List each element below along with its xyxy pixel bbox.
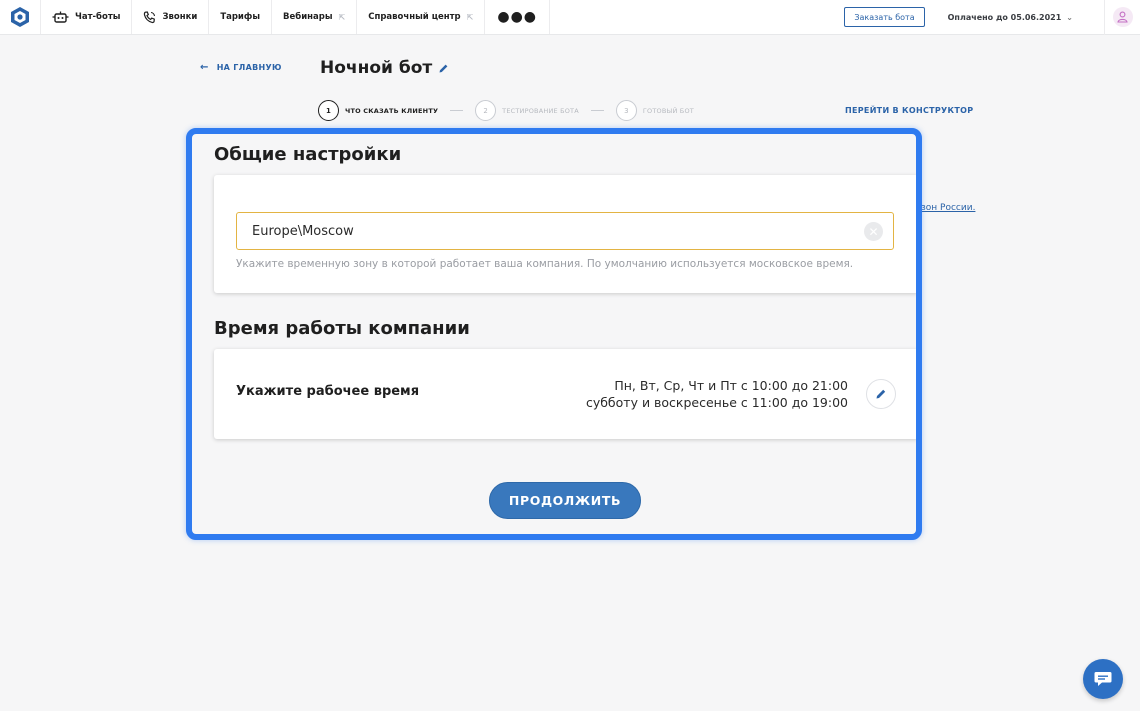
edit-hours-button[interactable] (866, 379, 896, 409)
step-1[interactable]: 1 ЧТО СКАЗАТЬ КЛИЕНТУ (318, 100, 438, 121)
working-hours-title: Время работы компании (214, 318, 470, 339)
robot-icon (52, 11, 69, 23)
nav-item-label: Вебинары (283, 12, 333, 22)
chevron-down-icon: ⌄ (1066, 12, 1073, 22)
page-title-text: Ночной бот (320, 58, 433, 78)
user-menu[interactable] (1104, 0, 1140, 35)
page-title: Ночной бот (320, 58, 449, 78)
continue-button[interactable]: ПРОДОЛЖИТЬ (489, 482, 641, 519)
logo[interactable] (0, 0, 41, 34)
logo-icon (11, 7, 29, 27)
back-link-label: НА ГЛАВНУЮ (216, 63, 282, 72)
phone-icon (144, 10, 156, 23)
page-header: ← НА ГЛАВНУЮ Ночной бот 1 ЧТО СКАЗАТЬ КЛ… (0, 36, 1140, 132)
back-to-home-link[interactable]: ← НА ГЛАВНУЮ (200, 62, 282, 73)
step-divider (590, 110, 604, 111)
nav-item-tariffs[interactable]: Тарифы (209, 0, 273, 34)
arrow-left-icon: ← (200, 62, 209, 73)
go-to-constructor-link[interactable]: ПЕРЕЙТИ В КОНСТРУКТОР (845, 106, 973, 115)
pencil-icon[interactable] (438, 63, 449, 74)
nav-item-webinars[interactable]: Вебинары ⇱ (272, 0, 358, 34)
step-3[interactable]: 3 ГОТОВЫЙ БОТ (615, 100, 694, 121)
general-settings-title: Общие настройки (214, 144, 402, 165)
working-hours-label: Укажите рабочее время (236, 384, 420, 399)
step-label: ЧТО СКАЗАТЬ КЛИЕНТУ (345, 106, 439, 115)
step-number: 1 (318, 100, 339, 121)
step-label: ТЕСТИРОВАНИЕ БОТА (502, 106, 579, 115)
paid-until-label: Оплачено до 05.06.2021 (947, 12, 1062, 22)
nav-item-calls[interactable]: Звонки (132, 0, 210, 34)
clear-icon[interactable]: ✕ (864, 222, 883, 241)
user-icon (1117, 11, 1128, 23)
top-right-area: Заказать бота Оплачено до 05.06.2021 ⌄ (844, 0, 1140, 35)
external-link-icon: ⇱ (338, 12, 346, 22)
working-hours-weekend: субботу и воскресенье с 11:00 до 19:00 (585, 395, 848, 410)
nav-item-label: Звонки (162, 12, 198, 22)
step-number: 3 (615, 100, 637, 121)
working-hours-weekdays: Пн, Вт, Ср, Чт и Пт с 10:00 до 21:00 (614, 378, 848, 393)
step-2[interactable]: 2 ТЕСТИРОВАНИЕ БОТА (475, 100, 579, 121)
timezone-card: Europe\Moscow ✕ Укажите временную зону в… (214, 175, 916, 293)
chat-widget-button[interactable] (1083, 659, 1123, 699)
working-hours-card: Укажите рабочее время Пн, Вт, Ср, Чт и П… (214, 349, 916, 439)
nav-item-chatbots[interactable]: Чат-боты (41, 0, 133, 34)
nav-item-label: Справочный центр (368, 12, 461, 22)
wizard-steps: 1 ЧТО СКАЗАТЬ КЛИЕНТУ 2 ТЕСТИРОВАНИЕ БОТ… (318, 100, 694, 121)
external-link-icon: ⇱ (466, 12, 474, 22)
more-menu-icon[interactable]: ●●● (485, 0, 551, 34)
chat-bubble-icon (1094, 672, 1112, 686)
pencil-icon (876, 389, 886, 399)
timezones-russia-link[interactable]: зон России. (921, 203, 975, 213)
step-divider (450, 110, 464, 111)
timezone-hint: Укажите временную зону в которой работае… (236, 258, 854, 270)
step-number: 2 (475, 100, 497, 121)
nav-item-label: Тарифы (220, 12, 261, 22)
avatar (1112, 7, 1133, 27)
timezone-value: Europe\Moscow (252, 223, 354, 239)
step-label: ГОТОВЫЙ БОТ (642, 106, 694, 115)
top-navigation-bar: Чат-боты Звонки Тарифы Вебинары ⇱ Справо… (0, 0, 1140, 35)
nav-item-label: Чат-боты (75, 12, 121, 22)
working-hours-value: Пн, Вт, Ср, Чт и Пт с 10:00 до 21:00 суб… (586, 377, 848, 411)
nav-item-help-center[interactable]: Справочный центр ⇱ (357, 0, 486, 34)
timezone-select[interactable]: Europe\Moscow ✕ (236, 212, 894, 250)
settings-panel: Общие настройки Europe\Moscow ✕ Укажите … (186, 128, 922, 540)
paid-until-dropdown[interactable]: Оплачено до 05.06.2021 ⌄ (948, 13, 1073, 22)
order-bot-button[interactable]: Заказать бота (844, 7, 925, 27)
